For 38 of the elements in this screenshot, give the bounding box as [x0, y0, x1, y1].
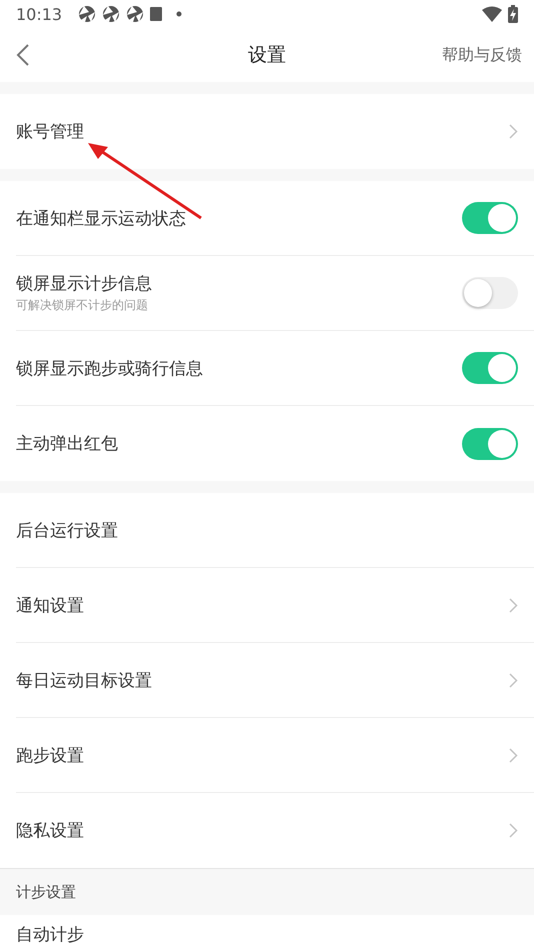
row-label: 锁屏显示计步信息 [16, 273, 153, 295]
status-time: 10:13 [16, 4, 62, 24]
settings-row[interactable]: 主动弹出红包 [16, 406, 534, 481]
settings-row[interactable]: 后台运行设置 [16, 493, 534, 568]
row-label: 每日运动目标设置 [16, 670, 153, 692]
section-header: 计步设置 [0, 868, 534, 915]
row-label: 主动弹出红包 [16, 433, 119, 455]
settings-row[interactable]: 账号管理 [16, 94, 534, 169]
settings-row[interactable]: 锁屏显示跑步或骑行信息 [16, 331, 534, 406]
toggle-switch[interactable] [462, 202, 518, 234]
toggle-switch[interactable] [462, 352, 518, 384]
settings-row[interactable]: 锁屏显示计步信息 可解决锁屏不计步的问题 [16, 256, 534, 331]
row-label: 通知设置 [16, 594, 85, 616]
more-notifications-icon [176, 11, 182, 17]
row-label: 后台运行设置 [16, 520, 119, 542]
toggle-switch[interactable] [462, 428, 518, 460]
aperture-icon [102, 5, 120, 23]
row-label: 隐私设置 [16, 820, 85, 842]
row-label: 账号管理 [16, 121, 85, 143]
row-label: 自动计步 [16, 925, 84, 945]
settings-row[interactable]: 每日运动目标设置 [16, 643, 534, 718]
row-label: 锁屏显示跑步或骑行信息 [16, 358, 204, 380]
aperture-icon [78, 5, 96, 23]
row-label: 跑步设置 [16, 744, 85, 766]
settings-row[interactable]: 通知设置 [16, 568, 534, 643]
wifi-icon [482, 6, 502, 22]
row-label: 在通知栏显示运动状态 [16, 208, 187, 230]
settings-row[interactable]: 隐私设置 [16, 793, 534, 868]
app-notification-icon [150, 7, 162, 21]
help-feedback-link[interactable]: 帮助与反馈 [442, 44, 522, 66]
aperture-icon [126, 5, 144, 23]
toggle-switch[interactable] [462, 277, 518, 309]
settings-row[interactable]: 跑步设置 [16, 718, 534, 793]
back-icon[interactable] [16, 44, 30, 66]
battery-charging-icon [508, 5, 518, 23]
settings-row[interactable]: 在通知栏显示运动状态 [16, 181, 534, 256]
row-hint: 可解决锁屏不计步的问题 [16, 297, 149, 314]
page-title: 设置 [248, 43, 286, 68]
